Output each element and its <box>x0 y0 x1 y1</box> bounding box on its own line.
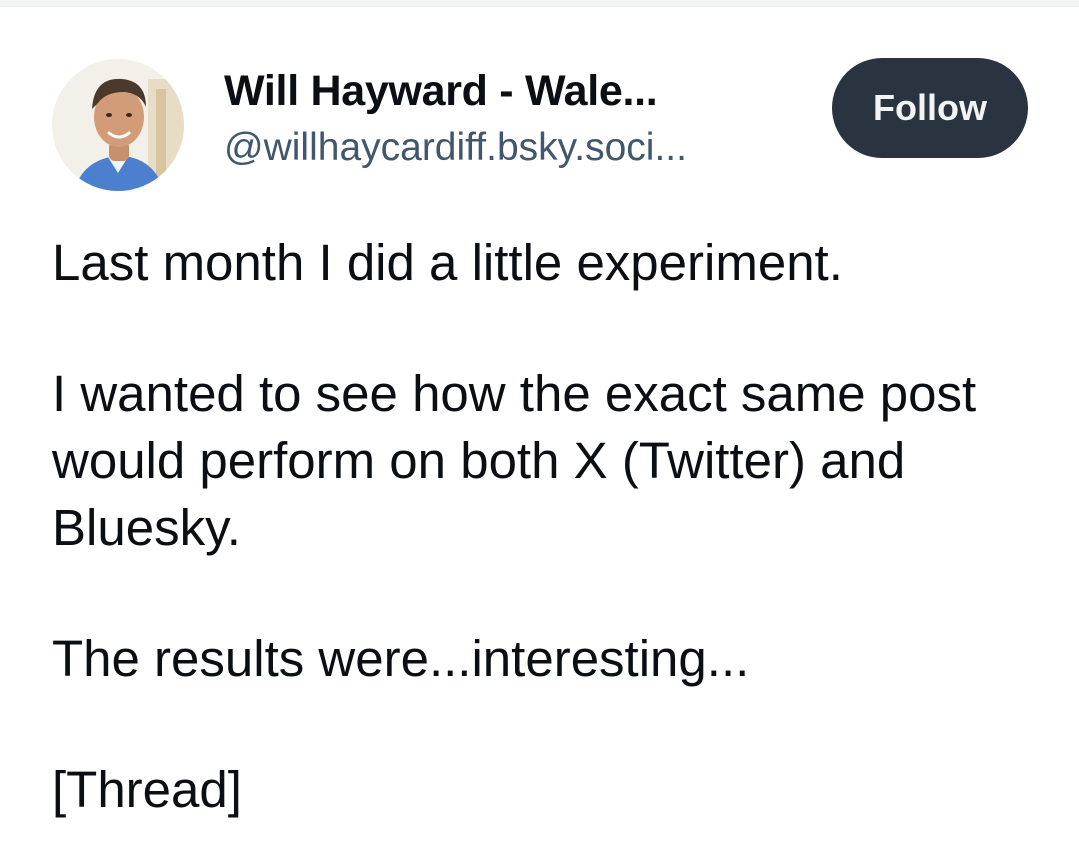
post-paragraph: I wanted to see how the exact same post … <box>52 365 977 556</box>
author-display-name[interactable]: Will Hayward - Wale... <box>224 65 804 117</box>
avatar-image <box>52 59 184 191</box>
post-card: Will Hayward - Wale... @willhaycardiff.b… <box>0 7 1079 862</box>
author-handle[interactable]: @willhaycardiff.bsky.soci... <box>224 125 804 171</box>
post-paragraph: Last month I did a little experiment. <box>52 234 843 291</box>
author-block: Will Hayward - Wale... @willhaycardiff.b… <box>224 65 804 171</box>
avatar[interactable] <box>52 59 184 191</box>
post-paragraph: [Thread] <box>52 761 242 818</box>
post-text: Last month I did a little experiment. I … <box>52 229 1042 823</box>
post-paragraph: The results were...interesting... <box>52 630 750 687</box>
top-divider <box>0 0 1079 7</box>
follow-button[interactable]: Follow <box>832 58 1028 158</box>
